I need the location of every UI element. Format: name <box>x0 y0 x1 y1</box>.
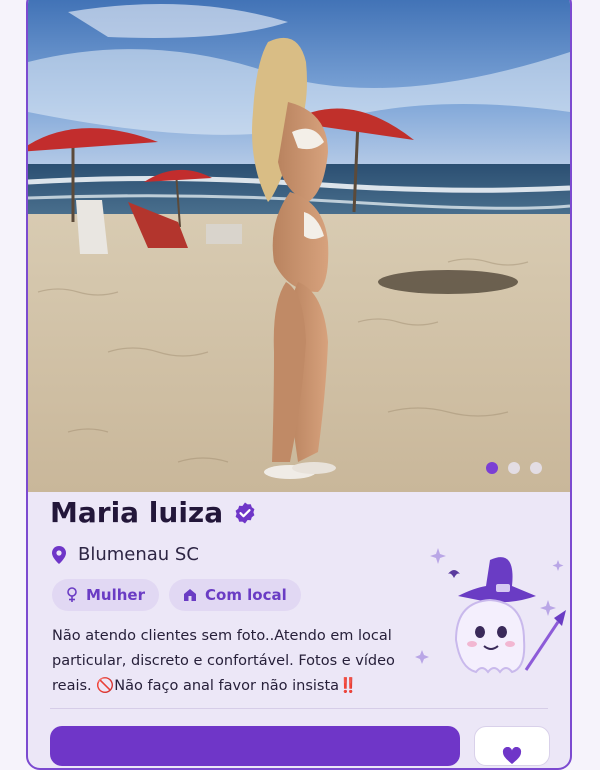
tag-place: Com local <box>169 579 301 611</box>
carousel-dot[interactable] <box>508 462 520 474</box>
carousel-dot-active[interactable] <box>486 462 498 474</box>
female-symbol-icon <box>67 587 77 602</box>
halloween-ghost-icon <box>415 548 566 674</box>
house-icon <box>184 589 196 601</box>
profile-photo[interactable] <box>28 0 570 492</box>
verified-check-icon <box>235 502 255 523</box>
tag-label: Mulher <box>86 586 145 604</box>
name-row: Maria luiza <box>50 496 257 529</box>
primary-action-button[interactable] <box>50 726 460 766</box>
map-pin-icon <box>52 545 66 564</box>
location-text: Blumenau SC <box>78 544 199 565</box>
profile-description: Não atendo clientes sem foto..Atendo em … <box>52 628 395 694</box>
location-row: Blumenau SC <box>52 544 199 565</box>
carousel-dot[interactable] <box>530 462 542 474</box>
tag-list: Mulher Com local <box>52 579 301 611</box>
profile-card[interactable]: Maria luiza Blumenau SC Mulher Com local… <box>26 0 572 770</box>
favorite-button[interactable] <box>474 726 550 766</box>
profile-name: Maria luiza <box>50 496 224 529</box>
profile-info: Maria luiza Blumenau SC Mulher Com local… <box>28 492 570 768</box>
carousel-indicator[interactable] <box>486 462 542 474</box>
tag-label: Com local <box>205 586 287 604</box>
divider <box>50 708 548 709</box>
beach-photo-illustration <box>28 0 570 492</box>
tag-gender: Mulher <box>52 579 159 611</box>
